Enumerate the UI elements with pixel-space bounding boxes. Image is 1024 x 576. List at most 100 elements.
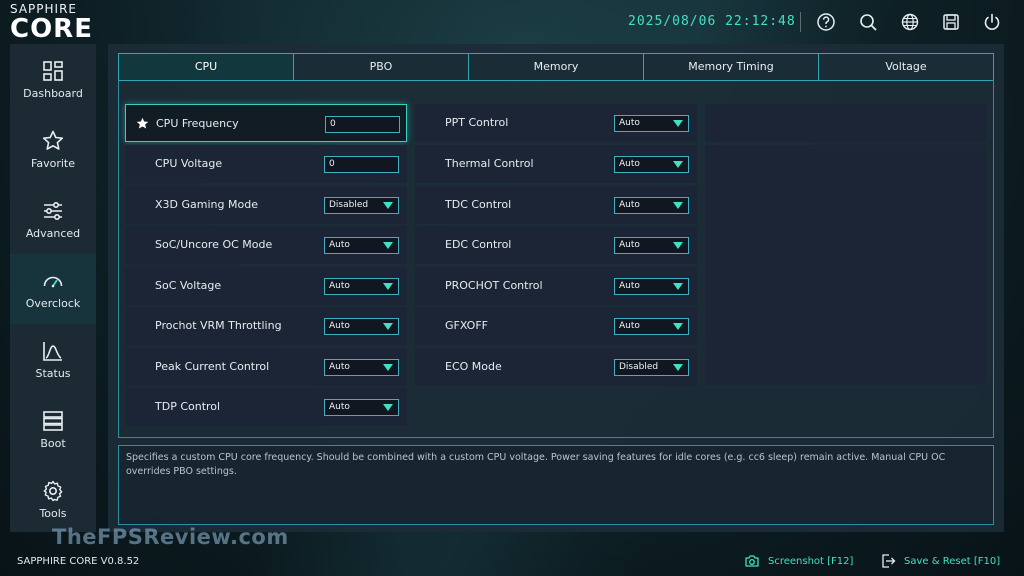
setting-row-tdc-control[interactable]: TDC Control Auto xyxy=(415,186,697,224)
setting-row-eco-mode[interactable]: ECO Mode Disabled xyxy=(415,348,697,386)
setting-row-ppt-control[interactable]: PPT Control Auto xyxy=(415,104,697,142)
version-label: SAPPHIRE CORE V0.8.52 xyxy=(17,556,140,567)
setting-row-cpu-voltage[interactable]: CPU Voltage 0 xyxy=(125,145,407,183)
dropdown-value: Auto xyxy=(619,321,640,331)
help-icon[interactable] xyxy=(816,12,836,32)
sidebar-item-status[interactable]: Status xyxy=(10,324,96,394)
dropdown-arrow-icon xyxy=(673,323,683,330)
tab-bar: CPU PBO Memory Memory Timing Voltage xyxy=(118,53,994,81)
soc-voltage-dropdown[interactable]: Auto xyxy=(324,278,399,295)
tab-memory[interactable]: Memory xyxy=(469,54,644,80)
screenshot-button[interactable]: Screenshot [F12] xyxy=(744,551,853,571)
cpu-voltage-input[interactable]: 0 xyxy=(324,156,399,173)
setting-label: PROCHOT Control xyxy=(445,279,543,292)
setting-label: PPT Control xyxy=(445,116,509,129)
setting-row-peak-current-control[interactable]: Peak Current Control Auto xyxy=(125,348,407,386)
dropdown-arrow-icon xyxy=(673,161,683,168)
setting-row-prochot-vrm-throttling[interactable]: Prochot VRM Throttling Auto xyxy=(125,307,407,345)
dropdown-value: Auto xyxy=(619,240,640,250)
peak-current-control-dropdown[interactable]: Auto xyxy=(324,359,399,376)
sidebar-item-label: Tools xyxy=(39,506,67,520)
setting-label: TDP Control xyxy=(155,400,221,413)
setting-label: SoC Voltage xyxy=(155,279,222,292)
sliders-icon xyxy=(44,201,62,220)
tab-memory-timing[interactable]: Memory Timing xyxy=(644,54,819,80)
dropdown-arrow-icon xyxy=(383,323,393,330)
prochot-control-dropdown[interactable]: Auto xyxy=(614,278,689,295)
save-icon[interactable] xyxy=(941,12,961,32)
ppt-control-dropdown[interactable]: Auto xyxy=(614,115,689,132)
favorite-star-icon[interactable] xyxy=(136,117,149,130)
tab-cpu[interactable]: CPU xyxy=(119,54,294,80)
star-icon xyxy=(42,130,64,150)
setting-description: Specifies a custom CPU core frequency. S… xyxy=(118,445,994,525)
thermal-control-dropdown[interactable]: Auto xyxy=(614,156,689,173)
power-icon[interactable] xyxy=(982,12,1002,32)
sidebar-item-advanced[interactable]: Advanced xyxy=(10,184,96,254)
datetime-display: 2025/08/06 22:12:48 xyxy=(628,14,796,29)
setting-row-soc-uncore-oc-mode[interactable]: SoC/Uncore OC Mode Auto xyxy=(125,226,407,264)
setting-row-x3d-gaming-mode[interactable]: X3D Gaming Mode Disabled xyxy=(125,186,407,224)
setting-label: SoC/Uncore OC Mode xyxy=(155,238,273,251)
camera-icon xyxy=(745,555,759,567)
dropdown-value: Auto xyxy=(619,159,640,169)
dropdown-arrow-icon xyxy=(383,283,393,290)
dropdown-arrow-icon xyxy=(383,202,393,209)
tab-pbo[interactable]: PBO xyxy=(294,54,469,80)
dropdown-value: Auto xyxy=(619,281,640,291)
screenshot-label: Screenshot [F12] xyxy=(768,555,854,567)
gfxoff-dropdown[interactable]: Auto xyxy=(614,318,689,335)
sidebar-item-label: Favorite xyxy=(31,156,75,170)
setting-label: Thermal Control xyxy=(445,157,534,170)
exit-icon xyxy=(882,554,896,568)
dropdown-value: Auto xyxy=(329,362,350,372)
setting-label: X3D Gaming Mode xyxy=(155,198,258,211)
sidebar-item-label: Advanced xyxy=(25,226,81,240)
sidebar-item-overclock[interactable]: Overclock xyxy=(10,254,96,324)
edc-control-dropdown[interactable]: Auto xyxy=(614,237,689,254)
dropdown-arrow-icon xyxy=(673,202,683,209)
tab-voltage[interactable]: Voltage xyxy=(819,54,993,80)
watermark: TheFPSReview.com xyxy=(52,525,289,549)
setting-row-gfxoff[interactable]: GFXOFF Auto xyxy=(415,307,697,345)
gear-icon xyxy=(43,480,63,501)
sidebar: Dashboard Favorite Advanced Overclock St… xyxy=(10,44,96,532)
x3d-gaming-mode-dropdown[interactable]: Disabled xyxy=(324,197,399,214)
setting-label: GFXOFF xyxy=(445,319,488,332)
sidebar-item-label: Overclock xyxy=(25,296,81,310)
eco-mode-dropdown[interactable]: Disabled xyxy=(614,359,689,376)
save-reset-button[interactable]: Save & Reset [F10] xyxy=(880,551,1000,571)
save-reset-label: Save & Reset [F10] xyxy=(904,555,1001,567)
setting-row-cpu-frequency[interactable]: CPU Frequency 0 xyxy=(125,104,407,142)
setting-label: ECO Mode xyxy=(445,360,502,373)
sidebar-item-favorite[interactable]: Favorite xyxy=(10,114,96,184)
setting-row-thermal-control[interactable]: Thermal Control Auto xyxy=(415,145,697,183)
tdp-control-dropdown[interactable]: Auto xyxy=(324,399,399,416)
dropdown-value: Auto xyxy=(329,240,350,250)
sapphire-core-logo: SAPPHIRE CORE xyxy=(10,2,120,42)
setting-row-soc-voltage[interactable]: SoC Voltage Auto xyxy=(125,267,407,305)
setting-label: CPU Frequency xyxy=(156,117,239,130)
setting-row-tdp-control[interactable]: TDP Control Auto xyxy=(125,388,407,426)
speedometer-icon xyxy=(43,276,63,287)
dropdown-arrow-icon xyxy=(383,242,393,249)
tdc-control-dropdown[interactable]: Auto xyxy=(614,197,689,214)
sidebar-item-dashboard[interactable]: Dashboard xyxy=(10,44,96,114)
setting-row-prochot-control[interactable]: PROCHOT Control Auto xyxy=(415,267,697,305)
boot-icon xyxy=(43,410,63,431)
setting-label: Peak Current Control xyxy=(155,360,270,373)
soc-uncore-oc-mode-dropdown[interactable]: Auto xyxy=(324,237,399,254)
prochot-vrm-throttling-dropdown[interactable]: Auto xyxy=(324,318,399,335)
globe-icon[interactable] xyxy=(900,12,920,32)
setting-label: TDC Control xyxy=(445,198,512,211)
sidebar-item-boot[interactable]: Boot xyxy=(10,394,96,464)
setting-row-edc-control[interactable]: EDC Control Auto xyxy=(415,226,697,264)
dropdown-value: Auto xyxy=(619,118,640,128)
dropdown-value: Disabled xyxy=(619,362,659,372)
dropdown-arrow-icon xyxy=(383,364,393,371)
setting-label: EDC Control xyxy=(445,238,512,251)
logo-product: CORE xyxy=(10,14,93,44)
search-icon[interactable] xyxy=(858,12,878,32)
dropdown-value: Auto xyxy=(329,321,350,331)
cpu-frequency-input[interactable]: 0 xyxy=(325,116,400,133)
